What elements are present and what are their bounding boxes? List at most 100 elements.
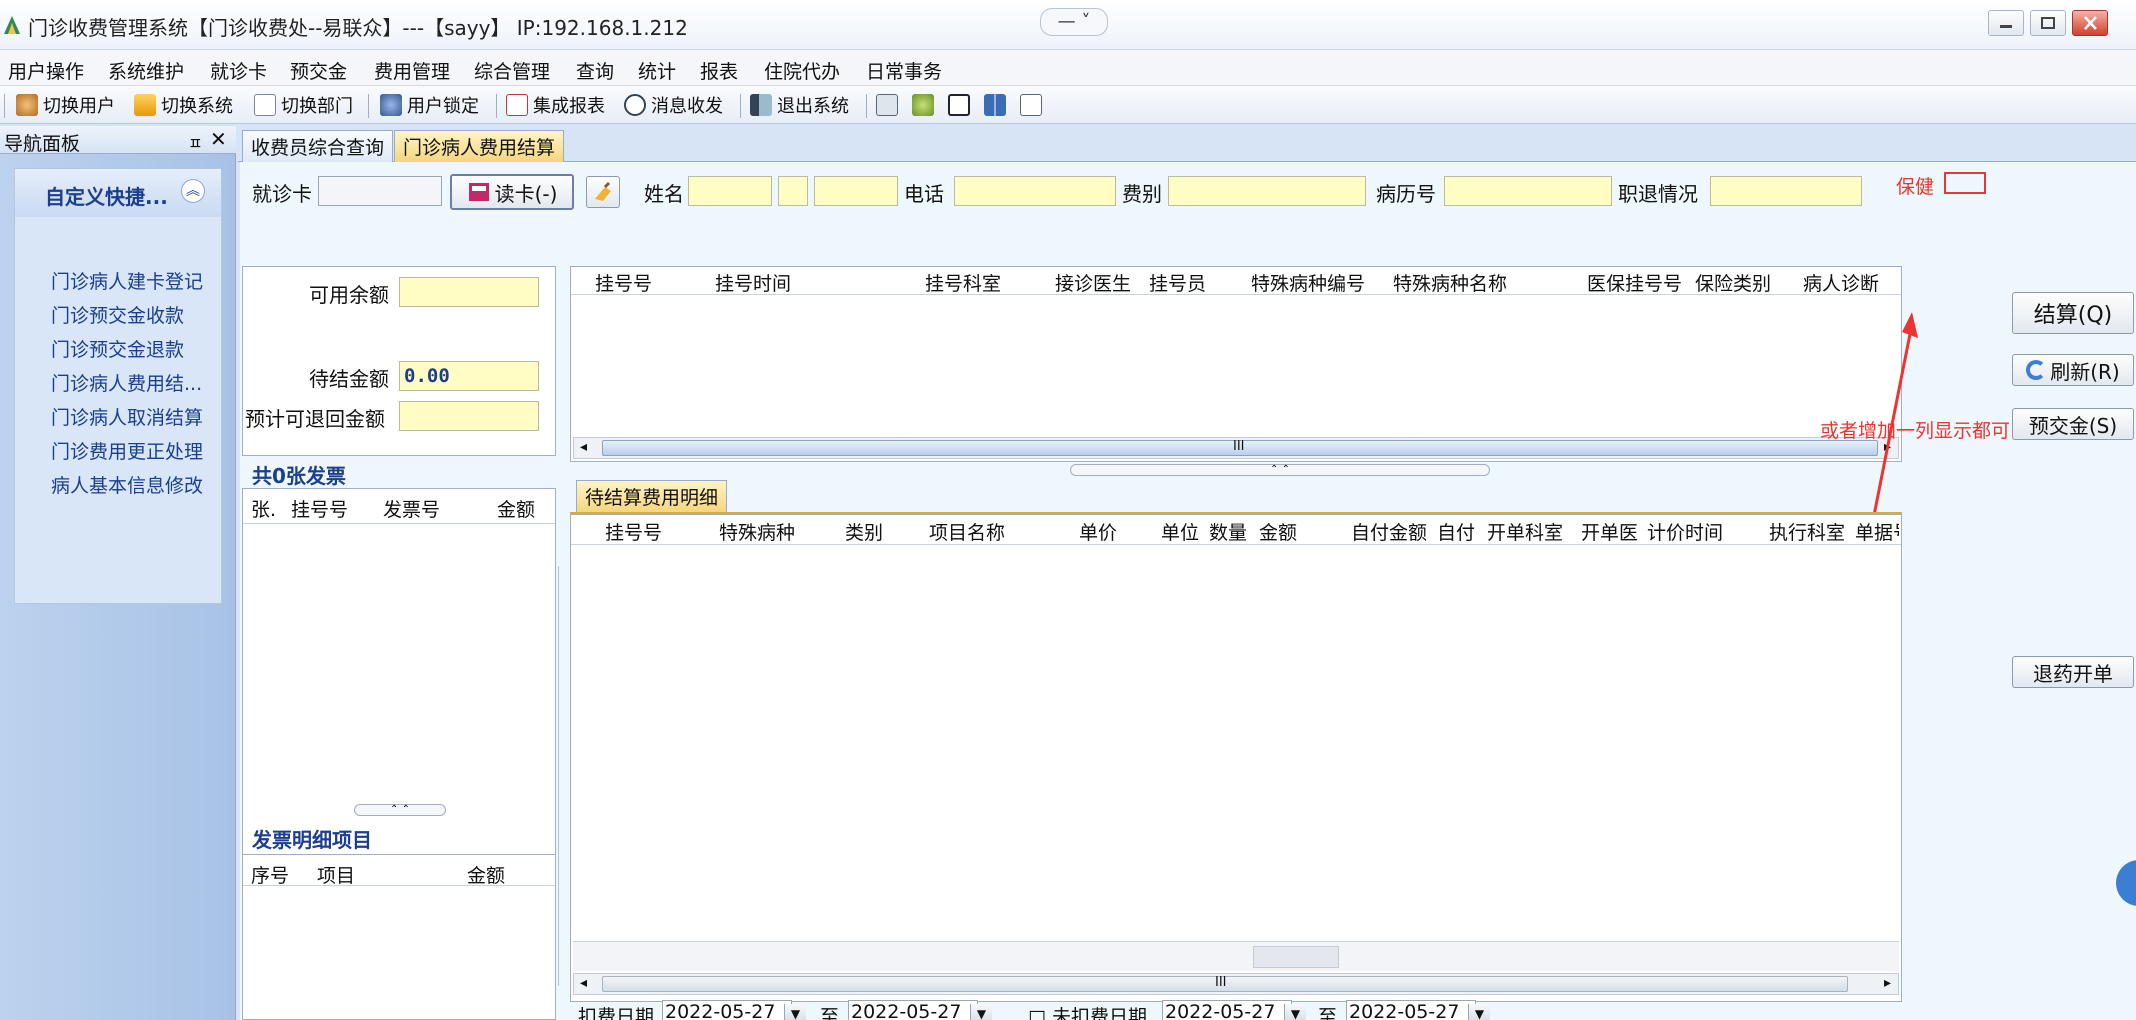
phone-input[interactable] [954, 176, 1116, 206]
available-balance-field [399, 277, 539, 307]
scroll-left-icon[interactable]: ◂ [580, 439, 587, 455]
retire-status-input[interactable] [1710, 176, 1862, 206]
messages-button[interactable]: 消息收发 [624, 92, 723, 118]
refresh-button[interactable]: 刷新(R) [2012, 354, 2134, 386]
menu-reports[interactable]: 报表 [700, 57, 738, 84]
insurance-box[interactable] [1944, 172, 1986, 194]
pending-scroll-thumb[interactable]: III [602, 975, 1848, 992]
switch-user-button[interactable]: 切换用户 [16, 92, 115, 118]
nav-link-fee-correction[interactable]: 门诊费用更正处理 [51, 437, 203, 464]
side-float-handle[interactable] [2116, 860, 2136, 906]
edit-tool-button[interactable] [876, 92, 903, 118]
nav-link-fee-settlement[interactable]: 门诊病人费用结... [51, 369, 202, 396]
tab-pending-details[interactable]: 待结算费用明细 [576, 480, 728, 512]
menu-query[interactable]: 查询 [576, 57, 614, 84]
read-card-button[interactable]: 读卡(-) [450, 174, 574, 210]
switch-system-button[interactable]: 切换系统 [134, 92, 233, 118]
checklist-tool-button[interactable] [948, 92, 975, 118]
tab-fee-settlement[interactable]: 门诊病人费用结算 [394, 130, 565, 162]
det-col-order-dept: 开单科室 [1487, 522, 1564, 544]
pending-details-grid[interactable]: 挂号号 特殊病种 类别 项目名称 单价 单位 数量 金额 自付金额 自付 开单科… [570, 514, 1902, 1002]
scroll-grip: III [1215, 975, 1227, 990]
nav-link-cancel-settlement[interactable]: 门诊病人取消结算 [51, 403, 203, 430]
reg-col-insurance-reg: 医保挂号号 [1587, 273, 1683, 295]
menu-system[interactable]: 系统维护 [108, 57, 184, 84]
reg-col-department: 挂号科室 [925, 273, 1002, 295]
toolbar-separator [368, 94, 369, 118]
record-number-label: 病历号 [1376, 182, 1436, 206]
invoice-splitter[interactable]: ⌃ ⌃ [354, 804, 446, 816]
unpaid-date-from[interactable]: 2022-05-27 [1162, 1000, 1292, 1020]
tab-cashier-query[interactable]: 收费员综合查询 [242, 130, 394, 162]
nav-link-create-card[interactable]: 门诊病人建卡登记 [51, 267, 203, 294]
quick-links-box: 自定义快捷... ︽ 门诊病人建卡登记 门诊预交金收款 门诊预交金退款 门诊病人… [14, 168, 222, 604]
name-input[interactable] [688, 176, 772, 206]
reg-col-disease-code: 特殊病种编号 [1251, 273, 1366, 295]
gender-input[interactable] [778, 176, 808, 206]
nav-link-patient-info[interactable]: 病人基本信息修改 [51, 471, 203, 498]
pin-icon[interactable]: ㅍ [188, 130, 203, 154]
close-window-button[interactable] [2072, 10, 2108, 36]
return-drug-button[interactable]: 退药开单 [2012, 656, 2134, 688]
header-divider [243, 885, 555, 886]
document-tabs: 收费员综合查询 门诊病人费用结算 [238, 126, 2136, 162]
charge-date-from[interactable]: 2022-05-27 [662, 1000, 792, 1020]
scroll-left-icon[interactable]: ◂ [580, 975, 587, 991]
exit-system-button[interactable]: 退出系统 [750, 92, 849, 118]
chevron-down-icon[interactable]: ▼ [970, 1004, 992, 1020]
title-bar: 门诊收费管理系统【门诊收费处--易联众】---【sayy】 IP:192.168… [0, 0, 2136, 50]
scroll-right-icon[interactable]: ▸ [1884, 975, 1891, 991]
card-number-input[interactable] [318, 176, 442, 206]
registration-grid[interactable]: 挂号号 挂号时间 挂号科室 接诊医生 挂号员 特殊病种编号 特殊病种名称 医保挂… [570, 266, 1902, 462]
minimize-button[interactable] [1988, 10, 2024, 36]
registration-hscroll[interactable]: ◂ III ▸ [573, 437, 1899, 459]
unpaid-date-to[interactable]: 2022-05-27 [1346, 1000, 1476, 1020]
checkbox-icon [948, 94, 970, 116]
det-col-self-pay: 自付 [1437, 522, 1476, 544]
restore-icon [2041, 17, 2055, 29]
insurance-label: 保健 [1896, 176, 1935, 198]
invoice-items-list[interactable]: 序号 项目 金额 [242, 854, 556, 1020]
calendar-icon [254, 94, 276, 116]
record-number-input[interactable] [1444, 176, 1612, 206]
name-label: 姓名 [644, 182, 684, 206]
menu-visit-card[interactable]: 就诊卡 [210, 57, 267, 84]
unpaid-date-checkbox[interactable]: □ 未扣费日期 [1028, 1002, 1147, 1020]
registration-scroll-thumb[interactable]: III [602, 439, 1878, 456]
menu-daily[interactable]: 日常事务 [866, 57, 942, 84]
lock-user-button[interactable]: 用户锁定 [380, 92, 479, 118]
chevron-down-icon[interactable]: ▼ [1468, 1004, 1490, 1020]
close-icon [2084, 16, 2097, 30]
quick-links-header[interactable]: 自定义快捷... ︽ [15, 169, 221, 217]
book-tool-button[interactable] [984, 92, 1011, 118]
restore-button[interactable] [2030, 10, 2066, 36]
nav-link-deposit-refund[interactable]: 门诊预交金退款 [51, 335, 184, 362]
document-tool-button[interactable] [1020, 92, 1047, 118]
close-icon[interactable]: ✕ [210, 127, 227, 151]
switch-department-button[interactable]: 切换部门 [254, 92, 353, 118]
charge-date-to[interactable]: 2022-05-27 [848, 1000, 978, 1020]
title-dropdown[interactable]: — ˅ [1040, 8, 1108, 36]
integrated-report-button[interactable]: 集成报表 [506, 92, 605, 118]
menu-fees[interactable]: 费用管理 [374, 57, 450, 84]
clear-button[interactable] [586, 176, 620, 208]
category-input[interactable] [1168, 176, 1366, 206]
nav-link-deposit-collect[interactable]: 门诊预交金收款 [51, 301, 184, 328]
vertical-splitter[interactable] [558, 566, 568, 986]
menu-inpatient[interactable]: 住院代办 [764, 57, 840, 84]
det-col-disease: 特殊病种 [719, 522, 796, 544]
pending-hscroll[interactable]: ◂ III ▸ [573, 973, 1899, 995]
chevron-down-icon[interactable]: ▼ [1284, 1004, 1306, 1020]
age-input[interactable] [814, 176, 898, 206]
grid-splitter[interactable]: ⌃ ⌃ [1070, 464, 1490, 476]
settle-button[interactable]: 结算(Q) [2012, 292, 2134, 334]
menu-integrated[interactable]: 综合管理 [474, 57, 550, 84]
menu-deposit[interactable]: 预交金 [290, 57, 347, 84]
collapse-icon[interactable]: ︽ [181, 179, 205, 203]
menu-statistics[interactable]: 统计 [638, 57, 676, 84]
det-col-reg-no: 挂号号 [605, 522, 663, 544]
deposit-button[interactable]: 预交金(S) [2012, 408, 2134, 440]
menu-user-ops[interactable]: 用户操作 [8, 57, 84, 84]
medal-tool-button[interactable] [912, 92, 939, 118]
chevron-down-icon[interactable]: ▼ [784, 1004, 806, 1020]
